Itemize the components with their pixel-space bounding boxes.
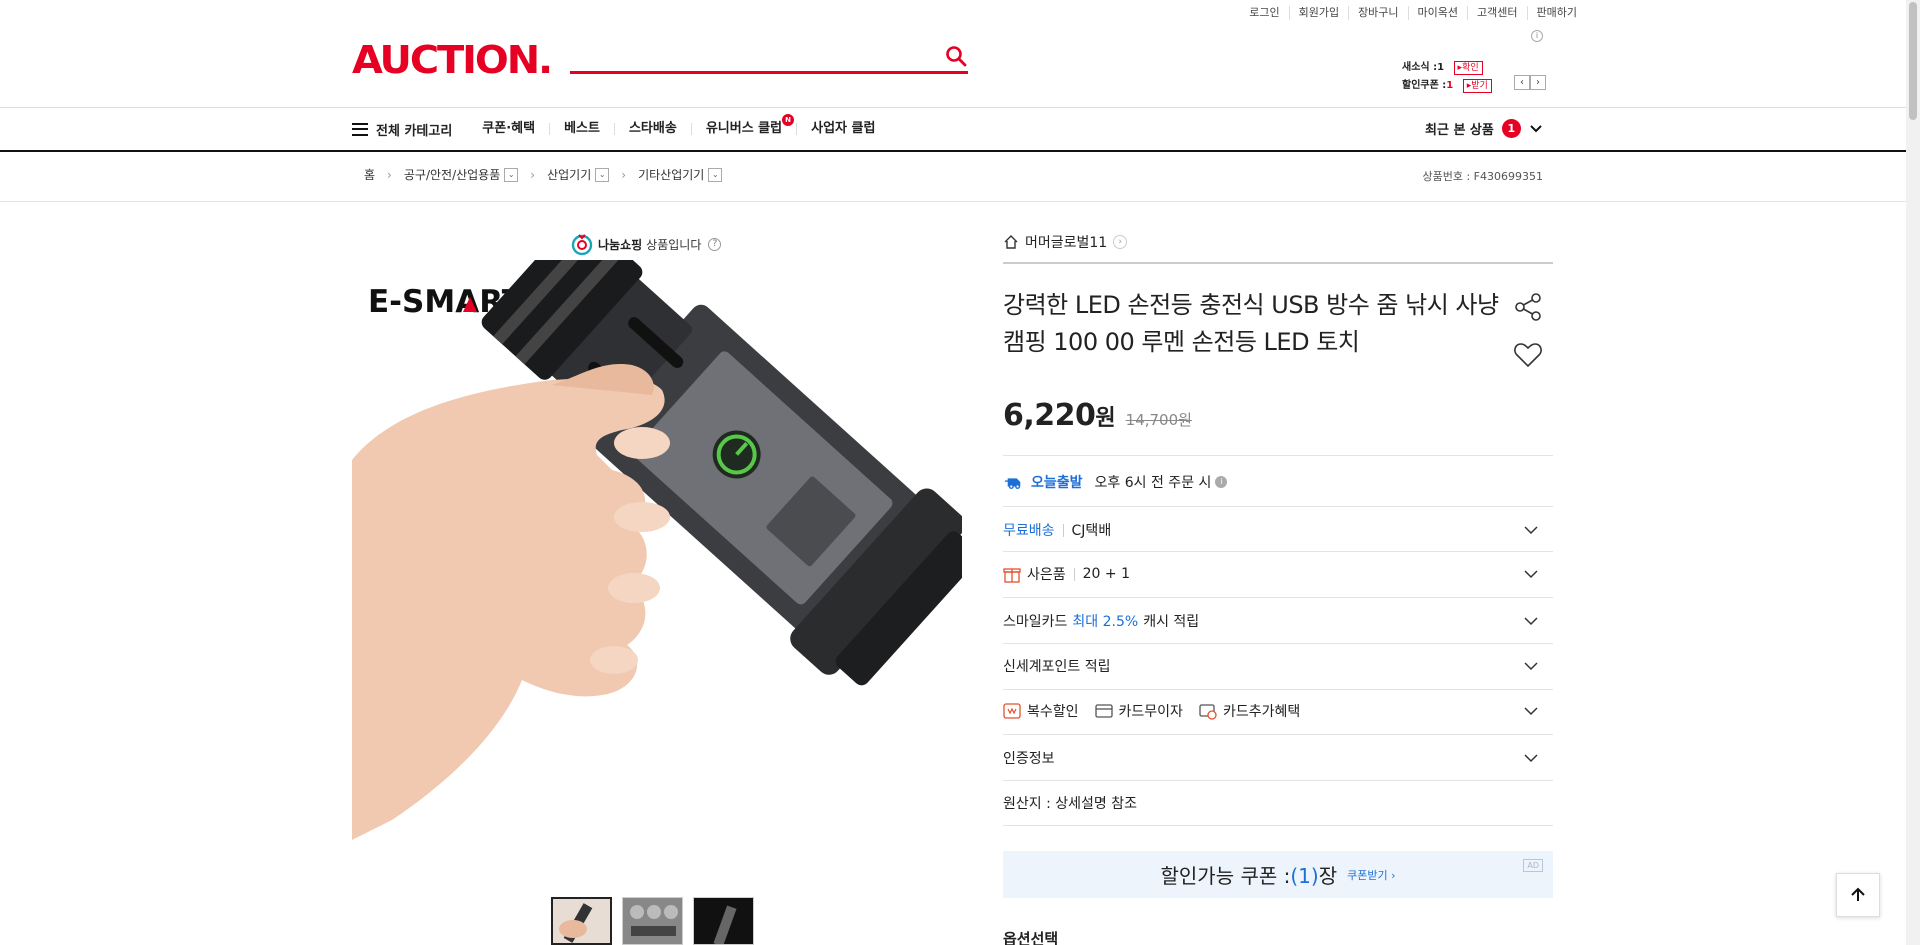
today-shipping-row: 오늘출발 오후 6시 전 주문 시 i [1003,470,1553,494]
option-title: 옵션선택 [1003,930,1059,945]
main-nav: 전체 카테고리 쿠폰·혜택 베스트 스타배송 유니버스 클럽 N 사업자 클럽 [352,108,889,150]
seller-divider [1003,262,1553,264]
card-icon [1094,704,1113,718]
next-arrow-icon[interactable]: › [1530,75,1546,90]
current-price: 6,220 [1003,398,1096,433]
chevron-down-icon[interactable] [1523,522,1539,538]
breadcrumb-home[interactable]: 홈 [364,166,375,183]
breadcrumb-divider [0,201,1906,202]
breadcrumb-level-3[interactable]: 기타산업기기 [638,166,704,183]
product-main-image[interactable]: E-SMARTER [352,260,962,870]
ad-badge: AD [1523,859,1543,872]
delivery-row[interactable]: 무료배송 CJ택배 [1003,518,1553,542]
coupon-status: 할인쿠폰 :1 ▸받기 [1402,76,1492,93]
origin-row: 원산지 : 상세설명 참조 [1003,796,1137,812]
chevron-down-icon[interactable] [1523,750,1539,766]
scroll-top-button[interactable] [1836,873,1880,917]
search-icon[interactable] [944,44,968,68]
certification-row[interactable]: 인증정보 [1003,746,1553,770]
cart-link[interactable]: 장바구니 [1348,6,1407,20]
chevron-down-icon[interactable] [1523,613,1539,629]
chevron-down-icon[interactable] [1523,658,1539,674]
recent-count-badge: 1 [1501,119,1521,138]
card-plus-icon [1199,704,1217,720]
discount-icon [1003,703,1021,719]
nav-coupon-benefit[interactable]: 쿠폰·혜택 [482,122,549,135]
breadcrumb-level-2[interactable]: 산업기기 [547,166,591,183]
nanum-logo-icon [571,234,593,256]
gift-row[interactable]: 사은품 20 + 1 [1003,562,1553,586]
chevron-down-icon[interactable] [1523,703,1539,719]
nav-star-delivery[interactable]: 스타배송 [613,122,691,135]
gift-icon [1003,568,1021,583]
mini-pager: ‹ › [1514,75,1546,90]
login-link[interactable]: 로그인 [1240,6,1288,20]
scrollbar[interactable] [1906,0,1920,945]
breadcrumb-level-1[interactable]: 공구/안전/산업용품 [404,166,500,183]
price-block: 6,220원 14,700원 [1003,398,1192,433]
chevron-down-icon[interactable]: ⌄ [504,167,519,182]
product-title: 강력한 LED 손전등 충전식 USB 방수 줌 낚시 사냥 캠핑 100 00… [1003,291,1499,356]
coupon-get-link[interactable]: 쿠폰받기 › [1347,867,1395,883]
original-price: 14,700원 [1125,411,1192,429]
info-icon[interactable]: i [1215,476,1228,488]
all-categories-button[interactable]: 전체 카테고리 [352,120,452,139]
nav-business-club[interactable]: 사업자 클럽 [796,122,889,135]
utility-links: 로그인 회원가입 장바구니 마이옥션 고객센터 판매하기 [1240,6,1586,20]
customer-center-link[interactable]: 고객센터 [1467,6,1526,20]
chevron-down-icon[interactable]: ⌄ [708,167,723,182]
new-badge: N [782,114,795,126]
nav-universe-club[interactable]: 유니버스 클럽 N [690,114,796,135]
nav-best[interactable]: 베스트 [549,122,614,135]
chevron-down-icon [1530,124,1542,132]
auction-logo[interactable]: AUCTION. [352,36,553,84]
news-check-button[interactable]: ▸확인 [1453,61,1483,75]
home-icon [1004,235,1018,249]
search-input[interactable] [570,40,930,70]
search-bar [570,40,968,74]
nav-bottom-border [0,150,1906,152]
smile-card-row[interactable]: 스마일카드 최대 2.5% 캐시 적립 [1003,609,1553,633]
thumbnail-2[interactable] [622,897,683,945]
nanum-shopping-notice: 나눔쇼핑 상품입니다 ? [570,232,722,256]
signup-link[interactable]: 회원가입 [1288,6,1348,20]
card-benefits-row[interactable]: 복수할인 카드무이자 카드추가혜택 [1003,699,1553,723]
nav-divider [0,107,1906,108]
news-status: 새소식 :1 ▸확인 [1402,58,1483,75]
thumbnail-1[interactable] [551,897,612,945]
coupon-banner[interactable]: 할인가능 쿠폰 :(1)장 쿠폰받기 › AD [1003,851,1553,898]
recent-viewed-button[interactable]: 최근 본 상품 1 [1425,119,1543,138]
chevron-right-icon: › [1113,235,1128,249]
coupon-receive-button[interactable]: ▸받기 [1462,79,1492,93]
sell-link[interactable]: 판매하기 [1526,6,1586,20]
seller-link[interactable]: 머머글로벌11 › [1003,232,1128,252]
arrow-up-icon [1851,887,1865,901]
shinsegae-point-row[interactable]: 신세계포인트 적립 [1003,654,1553,678]
heart-icon[interactable] [1513,340,1543,370]
prev-arrow-icon[interactable]: ‹ [1514,75,1530,90]
chevron-down-icon[interactable]: ⌄ [595,167,610,182]
thumbnail-3[interactable] [693,897,754,945]
share-icon[interactable] [1513,292,1543,322]
help-icon[interactable]: ? [708,237,722,251]
chevron-down-icon[interactable] [1523,566,1539,582]
menu-icon [352,122,368,136]
breadcrumb: 홈 › 공구/안전/산업용품 ⌄ › 산업기기 ⌄ › 기타산업기기 ⌄ [364,166,723,183]
seller-name: 머머글로벌11 [1025,235,1108,251]
info-icon[interactable]: i [1531,30,1543,42]
thumbnail-strip [551,897,754,945]
my-auction-link[interactable]: 마이옥션 [1407,6,1467,20]
item-number: 상품번호 : F430699351 [1422,170,1544,183]
scrollbar-thumb[interactable] [1909,2,1917,120]
fast-delivery-icon [1005,478,1021,489]
